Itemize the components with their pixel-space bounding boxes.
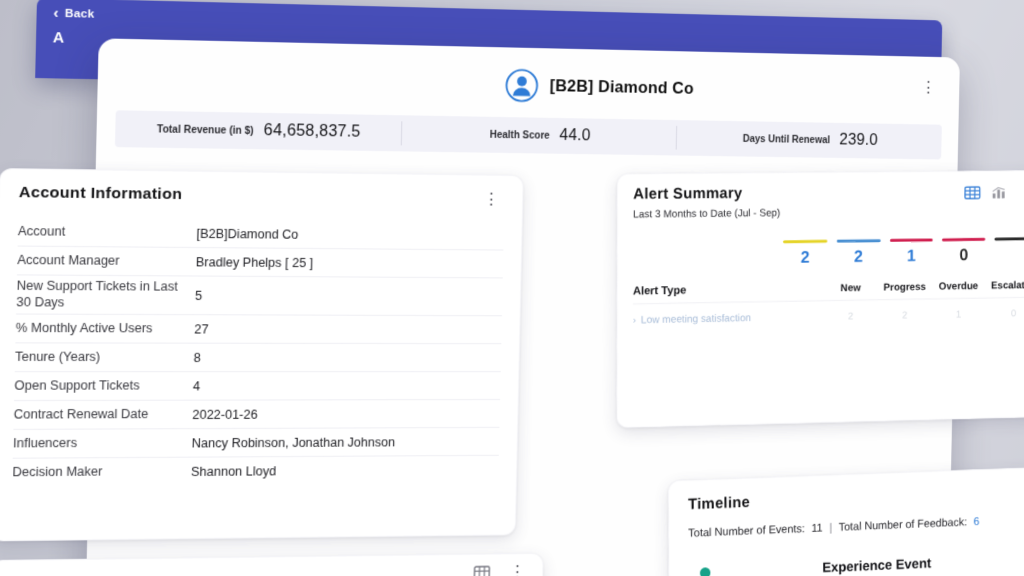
expand-chevron-icon[interactable]: › xyxy=(633,315,636,326)
field-label: Influencers xyxy=(13,435,192,452)
field-label: Contract Renewal Date xyxy=(14,407,193,424)
kpi-value: 0 xyxy=(938,245,990,265)
events-count: 11 xyxy=(811,523,822,535)
stat-total-revenue: Total Revenue (in $) 64,658,837.5 xyxy=(115,110,401,151)
field-row-new-support-tickets: New Support Tickets in Last 30 Days 5 xyxy=(16,275,503,316)
stat-value: 44.0 xyxy=(559,127,590,145)
field-label: New Support Tickets in Last 30 Days xyxy=(16,278,195,311)
feedback-label: Total Number of Feedback: xyxy=(839,517,967,534)
alert-kebab-menu-icon[interactable]: ⋮ xyxy=(1017,183,1024,201)
kpi-new: 2 xyxy=(778,240,832,268)
field-label: Tenure (Years) xyxy=(15,349,194,365)
tilted-scene: ‹ Back A [B2B] Diamond Co ⋮ xyxy=(0,0,1024,576)
alert-summary-subtitle: Last 3 Months to Date (Jul - Sep) xyxy=(633,207,780,220)
account-info-kebab-menu-icon[interactable]: ⋮ xyxy=(478,189,505,208)
kpi-line xyxy=(837,239,881,242)
screen: ‹ Back A [B2B] Diamond Co ⋮ xyxy=(0,0,1024,576)
stat-value: 239.0 xyxy=(839,132,878,150)
account-title: [B2B] Diamond Co xyxy=(550,77,694,99)
column-alert-type: Alert Type xyxy=(633,283,824,298)
field-value: Nancy Robinson, Jonathan Johnson xyxy=(192,435,500,451)
field-label: % Monthly Active Users xyxy=(16,321,195,337)
field-row-decision-maker: Decision Maker Shannon Lloyd xyxy=(12,456,499,488)
stat-value: 64,658,837.5 xyxy=(264,122,361,142)
alert-row-label: Low meeting satisfaction xyxy=(641,312,751,326)
account-fields: Account [B2B]Diamond Co Account Manager … xyxy=(12,218,504,488)
account-information-card: Account Information ⋮ Account [B2B]Diamo… xyxy=(0,168,524,541)
kpi-value: 2 xyxy=(832,247,885,267)
alert-row-value: 2 xyxy=(878,310,932,322)
kpi-extra xyxy=(990,237,1024,265)
alert-row-value: 0 xyxy=(985,308,1024,320)
partial-card: ⋮ xyxy=(0,553,544,576)
field-value: Bradley Phelps [ 25 ] xyxy=(196,255,504,271)
field-label: Account xyxy=(18,224,197,242)
alert-row-value: 1 xyxy=(932,309,985,321)
chart-view-icon[interactable] xyxy=(992,185,1007,199)
stat-label: Total Revenue (in $) xyxy=(157,124,254,137)
kpi-value: 1 xyxy=(885,246,938,266)
kpi-escalated: 0 xyxy=(938,238,990,266)
field-label: Decision Maker xyxy=(12,464,191,481)
account-avatar-icon xyxy=(504,68,538,102)
column-progress: Progress xyxy=(878,281,932,293)
account-information-title: Account Information xyxy=(19,184,183,204)
field-value: 5 xyxy=(195,288,503,304)
field-row-monthly-active-users: % Monthly Active Users 27 xyxy=(15,315,502,345)
timeline-meta: Total Number of Events: 11 | Total Numbe… xyxy=(688,513,1024,540)
table-view-icon[interactable] xyxy=(964,185,981,199)
field-row-contract-renewal-date: Contract Renewal Date 2022-01-26 xyxy=(13,400,500,430)
column-new: New xyxy=(823,282,877,295)
meta-separator: | xyxy=(829,522,832,534)
field-value: 4 xyxy=(193,379,501,393)
back-chevron-icon: ‹ xyxy=(53,5,59,21)
field-value: 2022-01-26 xyxy=(192,407,500,422)
field-label: Account Manager xyxy=(17,252,196,269)
header-kebab-menu-icon[interactable]: ⋮ xyxy=(916,78,941,97)
alert-summary-title: Alert Summary xyxy=(633,185,780,204)
alert-table-header: Alert Type New Progress Overdue Escalate… xyxy=(633,279,1024,304)
kpi-line xyxy=(995,237,1024,240)
back-button[interactable]: ‹ Back xyxy=(53,5,126,22)
partial-card-kebab-menu-icon[interactable]: ⋮ xyxy=(504,562,531,576)
field-row-open-support-tickets: Open Support Tickets 4 xyxy=(14,372,501,401)
event-title: Experience Event xyxy=(822,555,931,575)
back-label: Back xyxy=(65,7,95,20)
kpi-progress: 2 xyxy=(832,239,885,267)
field-value: 27 xyxy=(194,322,502,337)
field-value: [B2B]Diamond Co xyxy=(196,226,504,243)
feedback-count-link[interactable]: 6 xyxy=(973,516,979,528)
timeline-event-row: Experience Event xyxy=(688,549,1024,576)
alert-row-value: 2 xyxy=(823,311,877,323)
kpi-value xyxy=(990,245,1024,246)
field-row-tenure: Tenure (Years) 8 xyxy=(15,344,502,373)
kpi-stats-strip: Total Revenue (in $) 64,658,837.5 Health… xyxy=(115,110,942,159)
alert-summary-card: Alert Summary Last 3 Months to Date (Jul… xyxy=(616,170,1024,428)
timeline-title: Timeline xyxy=(688,482,1024,514)
account-header: [B2B] Diamond Co ⋮ xyxy=(116,53,943,117)
kpi-value: 2 xyxy=(778,248,832,268)
stat-label: Days Until Renewal xyxy=(743,133,830,145)
kpi-overdue: 1 xyxy=(885,238,938,266)
event-dot-icon xyxy=(700,567,711,576)
field-row-account-manager: Account Manager Bradley Phelps [ 25 ] xyxy=(17,247,503,279)
alert-row-low-meeting-satisfaction[interactable]: › Low meeting satisfaction 2 2 1 0 xyxy=(633,307,1024,326)
stat-health-score: Health Score 44.0 xyxy=(401,115,676,155)
kpi-line xyxy=(783,240,827,243)
events-label: Total Number of Events: xyxy=(688,523,805,539)
kpi-line xyxy=(890,239,933,242)
stat-days-until-renewal: Days Until Renewal 239.0 xyxy=(677,120,942,159)
field-label: Open Support Tickets xyxy=(14,378,193,394)
stat-label: Health Score xyxy=(490,129,550,141)
column-overdue: Overdue xyxy=(932,280,985,292)
field-value: 8 xyxy=(193,351,501,365)
table-view-icon[interactable] xyxy=(473,565,490,576)
field-row-influencers: Influencers Nancy Robinson, Jonathan Joh… xyxy=(13,428,500,459)
field-value: Shannon Lloyd xyxy=(191,463,499,479)
kpi-line xyxy=(942,238,985,241)
timeline-card: Timeline Total Number of Events: 11 | To… xyxy=(668,466,1024,576)
alert-kpi-row: 2 2 1 0 xyxy=(778,237,1024,268)
field-row-account: Account [B2B]Diamond Co xyxy=(18,218,504,251)
column-escalated: Escalated xyxy=(985,279,1024,291)
